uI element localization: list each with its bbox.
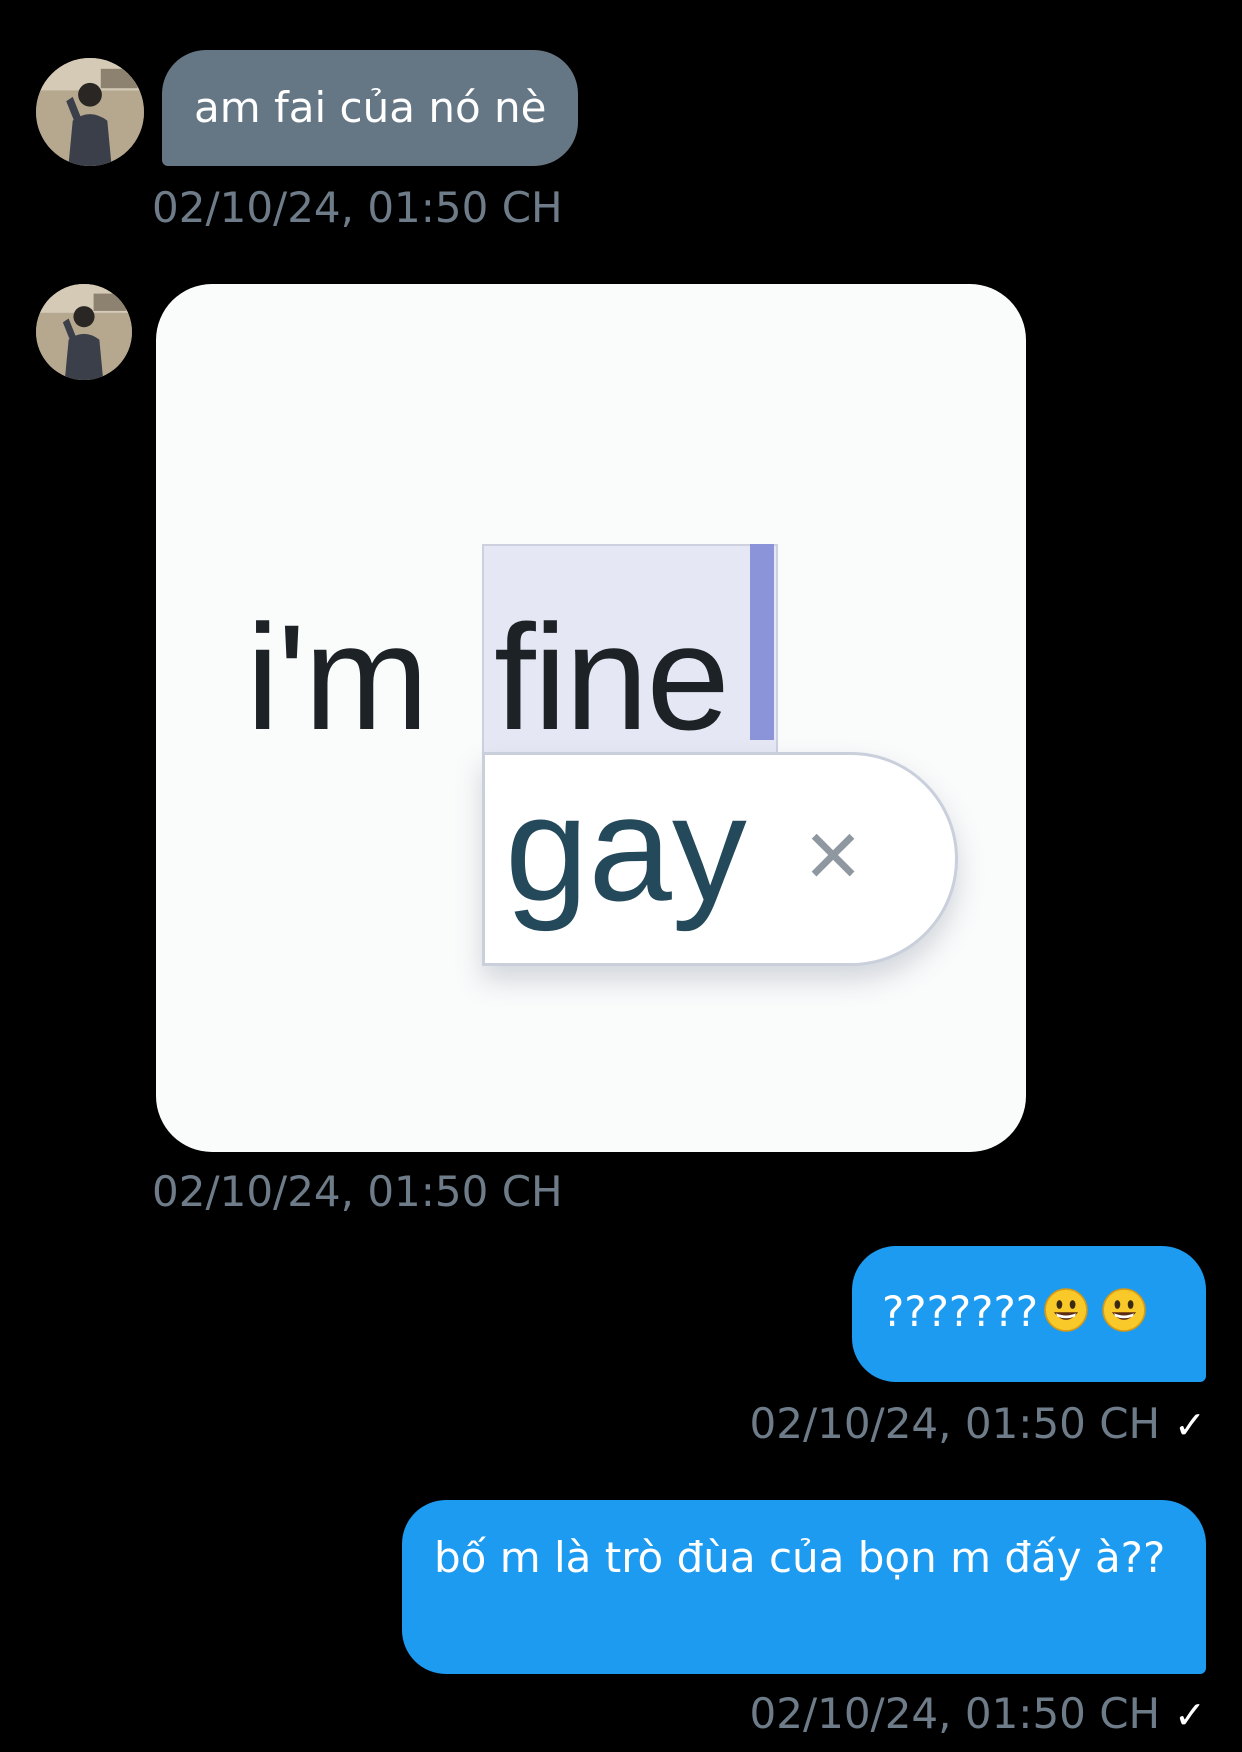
meme-text-selected: fine bbox=[494, 593, 730, 761]
message-text: am fai của nó nè bbox=[194, 83, 547, 132]
message-timestamp: 02/10/24, 01:50 CH bbox=[152, 183, 563, 232]
avatar[interactable] bbox=[36, 58, 144, 166]
message-timestamp: 02/10/24, 01:50 CH bbox=[152, 1167, 563, 1216]
close-icon[interactable]: × bbox=[805, 807, 861, 903]
message-text: ??????? bbox=[882, 1287, 1039, 1336]
text-caret bbox=[750, 544, 774, 740]
autocorrect-suggestion[interactable]: gay × bbox=[482, 752, 958, 966]
incoming-message-bubble[interactable]: am fai của nó nè bbox=[162, 50, 579, 166]
message-timestamp-row: 02/10/24, 01:50 CH ✓ bbox=[750, 1688, 1206, 1741]
image-attachment[interactable]: i'm fine gay × bbox=[156, 284, 1026, 1152]
grinning-face-emoji bbox=[1102, 1288, 1146, 1332]
sent-check-icon: ✓ bbox=[1174, 1403, 1206, 1447]
suggestion-word: gay bbox=[505, 764, 747, 932]
person-photo-icon bbox=[36, 58, 144, 166]
message-text: bố m là trò đùa của bọn m đấy à?? bbox=[434, 1533, 1166, 1582]
grinning-face-emoji bbox=[1044, 1288, 1088, 1332]
message-timestamp: 02/10/24, 01:50 CH bbox=[749, 1689, 1161, 1738]
message-timestamp: 02/10/24, 01:50 CH bbox=[749, 1399, 1161, 1448]
person-photo-icon bbox=[36, 284, 132, 380]
meme-text-plain: i'm bbox=[246, 593, 429, 761]
sent-check-icon: ✓ bbox=[1174, 1693, 1206, 1737]
avatar[interactable] bbox=[36, 284, 132, 380]
message-timestamp-row: 02/10/24, 01:50 CH ✓ bbox=[750, 1398, 1206, 1451]
outgoing-message-bubble[interactable]: ??????? bbox=[852, 1246, 1206, 1382]
outgoing-message-bubble[interactable]: bố m là trò đùa của bọn m đấy à?? bbox=[402, 1500, 1206, 1674]
